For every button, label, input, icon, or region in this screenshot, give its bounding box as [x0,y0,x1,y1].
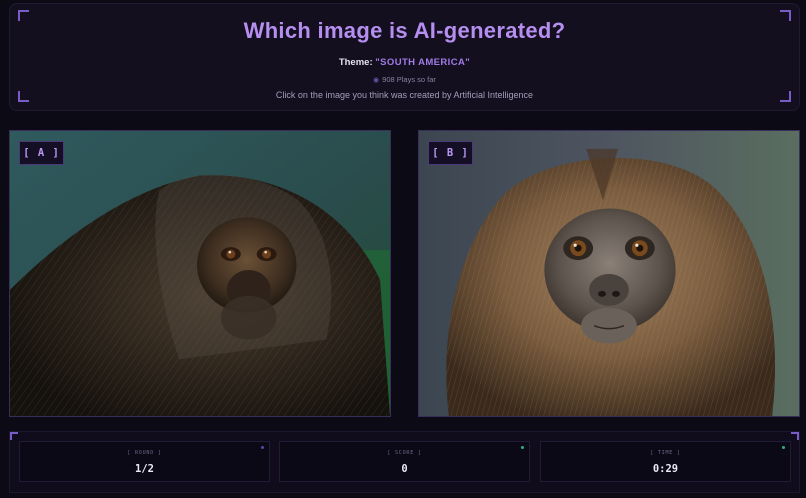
titi-monkey-image [419,131,799,416]
time-label: [ TIME ] [650,450,681,456]
image-label-b: [ B ] [428,141,473,165]
page-title: Which image is AI-generated? [243,18,566,43]
instruction-text: Click on the image you think was created… [275,90,534,100]
eye-icon: ◉ [373,77,380,84]
plays-counter: ◉ 908 Plays so far [10,75,799,84]
saki-monkey-image [10,131,390,416]
image-option-a[interactable]: [ A ] [9,130,391,417]
round-value: 1/2 [135,463,154,475]
corner-bracket [10,432,18,440]
header-panel: Which image is AI-generated? Theme: "SOU… [9,3,800,111]
time-stat: [ TIME ] 0:29 [540,441,791,482]
time-value: 0:29 [652,463,679,475]
status-dot [782,446,785,449]
image-option-b[interactable]: [ B ] [418,130,800,417]
corner-bracket [791,432,799,440]
status-dot [521,446,524,449]
round-label: [ ROUND ] [127,450,162,456]
plays-text: 908 Plays so far [382,75,436,84]
theme-line: Theme: "SOUTH AMERICA" [10,57,799,68]
round-stat: [ ROUND ] 1/2 [19,441,270,482]
theme-value: "SOUTH AMERICA" [375,57,471,68]
stats-panel: [ ROUND ] 1/2 [ SCORE ] 0 [ TIME ] 0:29 [9,431,800,493]
score-label: [ SCORE ] [387,450,422,456]
status-dot [261,446,264,449]
image-label-a: [ A ] [19,141,64,165]
score-stat: [ SCORE ] 0 [279,441,530,482]
score-value: 0 [401,463,408,475]
theme-label: Theme: [338,57,373,68]
